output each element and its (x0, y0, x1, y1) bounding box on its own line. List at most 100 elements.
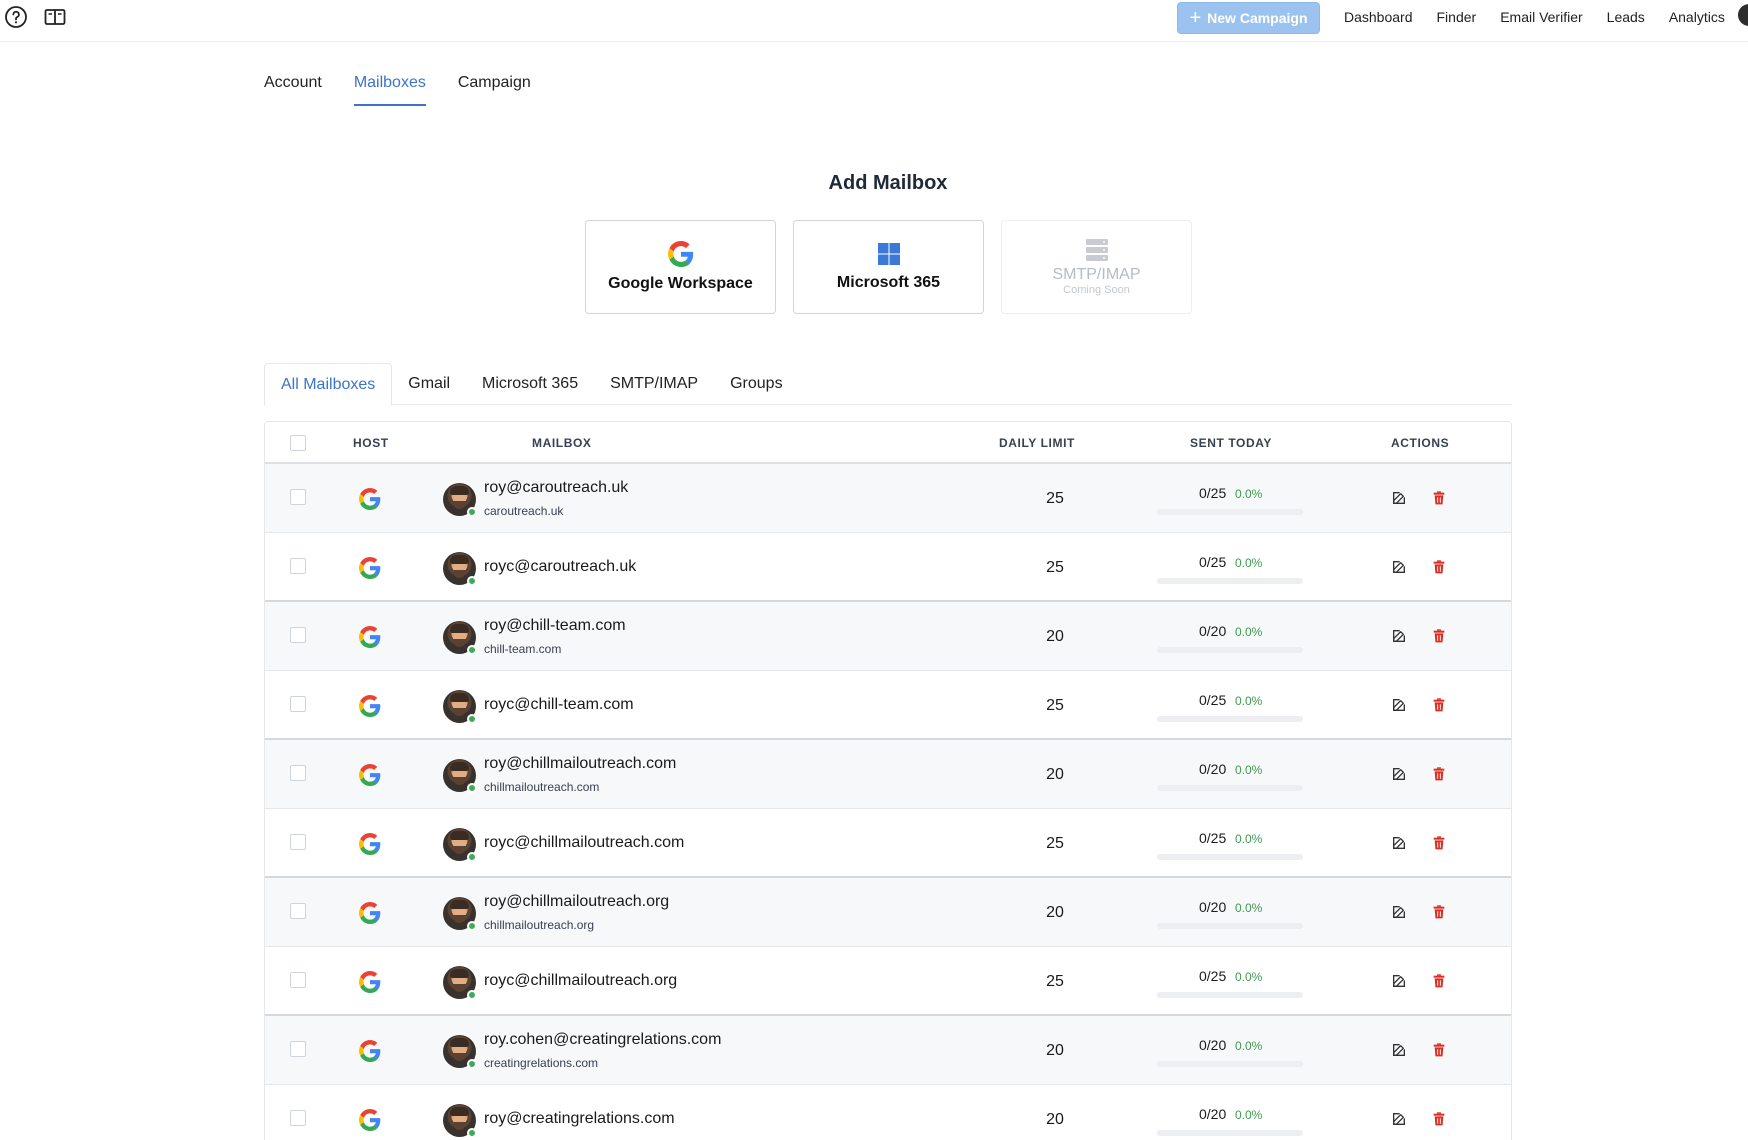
row-checkbox[interactable] (290, 1110, 306, 1126)
tab-campaign[interactable]: Campaign (458, 74, 531, 106)
new-campaign-button[interactable]: + New Campaign (1177, 2, 1320, 34)
mailbox-email[interactable]: royc@chillmailoutreach.org (484, 972, 677, 990)
row-checkbox[interactable] (290, 834, 306, 850)
mailbox-email[interactable]: roy@creatingrelations.com (484, 1110, 675, 1128)
server-icon (1085, 239, 1108, 261)
mailbox-email[interactable]: roy@caroutreach.uk (484, 479, 628, 497)
sent-today-value: 0/20 (1199, 1106, 1227, 1122)
edit-icon[interactable] (1391, 835, 1407, 851)
avatar (443, 897, 477, 931)
header-daily-limit: DAILY LIMIT (999, 436, 1075, 450)
settings-tabs: Account Mailboxes Campaign (264, 74, 531, 106)
avatar (443, 483, 477, 517)
sent-today-percent: 0.0% (1235, 487, 1263, 501)
daily-limit-value: 20 (1046, 628, 1064, 645)
trash-icon[interactable] (1431, 904, 1447, 920)
edit-icon[interactable] (1391, 766, 1407, 782)
trash-icon[interactable] (1431, 697, 1447, 713)
mailbox-email[interactable]: royc@chill-team.com (484, 696, 634, 714)
trash-icon[interactable] (1431, 490, 1447, 506)
help-icon[interactable] (4, 5, 28, 29)
nav-leads[interactable]: Leads (1607, 9, 1645, 25)
microsoft-365-card[interactable]: Microsoft 365 (793, 220, 984, 314)
row-checkbox[interactable] (290, 765, 306, 781)
sent-progress-bar (1157, 716, 1303, 722)
mailbox-domain: chill-team.com (484, 642, 562, 656)
nav-analytics[interactable]: Analytics (1669, 9, 1725, 25)
filter-tab-gmail[interactable]: Gmail (392, 363, 466, 405)
row-checkbox[interactable] (290, 972, 306, 988)
edit-icon[interactable] (1391, 904, 1407, 920)
avatar (443, 966, 477, 1000)
online-status-dot (467, 507, 477, 517)
edit-icon[interactable] (1391, 1042, 1407, 1058)
daily-limit-value: 20 (1046, 766, 1064, 783)
mailbox-domain: chillmailoutreach.org (484, 918, 595, 932)
mailbox-domain: caroutreach.uk (484, 504, 564, 518)
table-row: royc@caroutreach.uk 25 0/25 0.0% (265, 533, 1511, 602)
mailbox-email[interactable]: royc@caroutreach.uk (484, 558, 636, 576)
filter-tab-groups[interactable]: Groups (714, 363, 798, 405)
row-checkbox[interactable] (290, 627, 306, 643)
select-all-checkbox[interactable] (290, 435, 306, 451)
sent-today-value: 0/25 (1199, 554, 1227, 570)
row-checkbox[interactable] (290, 903, 306, 919)
table-row: royc@chillmailoutreach.com 25 0/25 0.0% (265, 809, 1511, 878)
trash-icon[interactable] (1431, 766, 1447, 782)
edit-icon[interactable] (1391, 490, 1407, 506)
sent-today-percent: 0.0% (1235, 901, 1263, 915)
google-icon (359, 626, 381, 648)
mailbox-email[interactable]: royc@chillmailoutreach.com (484, 834, 684, 852)
filter-tab-microsoft-365[interactable]: Microsoft 365 (466, 363, 594, 405)
table-row: roy@chill-team.com chill-team.com 20 0/20 0.… (265, 602, 1511, 671)
filter-tab-smtp-imap[interactable]: SMTP/IMAP (594, 363, 714, 405)
mailbox-email[interactable]: roy@chillmailoutreach.com (484, 755, 676, 773)
trash-icon[interactable] (1431, 1111, 1447, 1127)
top-navbar: + New Campaign Dashboard Finder Email Ve… (0, 0, 1748, 42)
sent-today-percent: 0.0% (1235, 970, 1263, 984)
trash-icon[interactable] (1431, 628, 1447, 644)
online-status-dot (467, 714, 477, 724)
filter-tab-all-mailboxes[interactable]: All Mailboxes (264, 363, 393, 406)
trash-icon[interactable] (1431, 559, 1447, 575)
edit-icon[interactable] (1391, 628, 1407, 644)
row-checkbox[interactable] (290, 489, 306, 505)
sent-progress-bar (1157, 578, 1303, 584)
nav-dashboard[interactable]: Dashboard (1344, 9, 1413, 25)
mailbox-email[interactable]: roy@chillmailoutreach.org (484, 893, 669, 911)
sent-today-percent: 0.0% (1235, 763, 1263, 777)
row-checkbox[interactable] (290, 696, 306, 712)
sent-today-percent: 0.0% (1235, 694, 1263, 708)
google-icon (359, 971, 381, 993)
mailbox-email[interactable]: roy.cohen@creatingrelations.com (484, 1031, 721, 1049)
sent-today-value: 0/25 (1199, 485, 1227, 501)
edit-icon[interactable] (1391, 559, 1407, 575)
avatar (443, 1035, 477, 1069)
trash-icon[interactable] (1431, 835, 1447, 851)
row-checkbox[interactable] (290, 1041, 306, 1057)
coming-soon-label: Coming Soon (1063, 284, 1130, 296)
online-status-dot (467, 783, 477, 793)
online-status-dot (467, 576, 477, 586)
new-campaign-label: New Campaign (1207, 10, 1308, 26)
google-workspace-card[interactable]: Google Workspace (585, 220, 776, 314)
sent-today-value: 0/25 (1199, 830, 1227, 846)
edit-icon[interactable] (1391, 973, 1407, 989)
tab-mailboxes[interactable]: Mailboxes (353, 74, 426, 106)
trash-icon[interactable] (1431, 973, 1447, 989)
header-actions: ACTIONS (1391, 436, 1450, 450)
mailbox-email[interactable]: roy@chill-team.com (484, 617, 626, 635)
plus-icon: + (1189, 7, 1202, 29)
daily-limit-value: 20 (1046, 1042, 1064, 1059)
row-checkbox[interactable] (290, 558, 306, 574)
nav-finder[interactable]: Finder (1437, 9, 1477, 25)
header-mailbox: MAILBOX (532, 436, 592, 450)
google-icon (359, 833, 381, 855)
nav-email-verifier[interactable]: Email Verifier (1500, 9, 1582, 25)
book-icon[interactable] (43, 5, 67, 29)
edit-icon[interactable] (1391, 1111, 1407, 1127)
edit-icon[interactable] (1391, 697, 1407, 713)
trash-icon[interactable] (1431, 1042, 1447, 1058)
mailbox-domain: chillmailoutreach.com (484, 780, 600, 794)
tab-account[interactable]: Account (264, 74, 322, 106)
